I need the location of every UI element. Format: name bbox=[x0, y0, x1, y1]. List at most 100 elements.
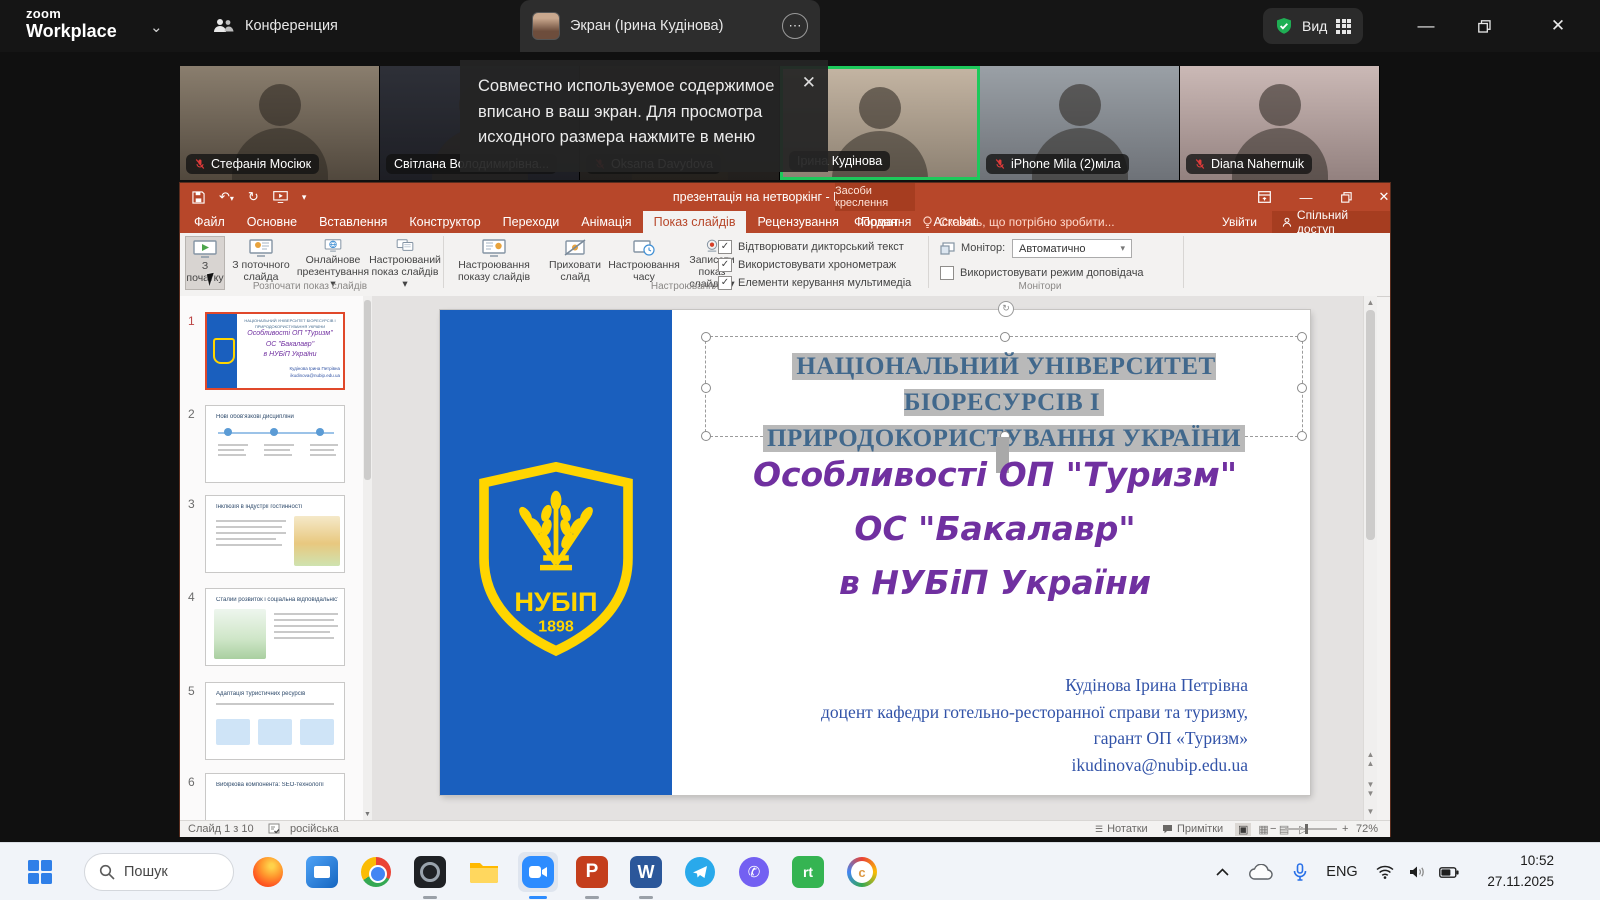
tab-slideshow[interactable]: Показ слайдів bbox=[643, 211, 747, 233]
brand-zoom: zoom bbox=[26, 7, 117, 20]
video-tile[interactable]: iPhone Mila (2)міла bbox=[980, 66, 1180, 180]
editor-scrollbar[interactable]: ▲ ▲▲ ▼▼ ▼ bbox=[1363, 296, 1377, 820]
tab-shared-screen[interactable]: Экран (Ірина Кудінова) ⋯ bbox=[520, 0, 820, 52]
tell-me-box[interactable]: Скажіть, що потрібно зробити... bbox=[922, 211, 1115, 233]
nubip-logo: НУБІП 1898 bbox=[476, 462, 636, 662]
resize-handle[interactable] bbox=[1297, 383, 1307, 393]
zoom-percentage[interactable]: 72% bbox=[1356, 822, 1378, 836]
tab-meeting[interactable]: Конференция bbox=[213, 0, 338, 52]
zoom-app-icon[interactable] bbox=[518, 852, 558, 892]
ppt-restore-button[interactable] bbox=[1326, 183, 1366, 211]
title-textbox-selected[interactable]: НАЦІОНАЛЬНИЙ УНІВЕРСИТЕТ БІОРЕСУРСІВ І П… bbox=[705, 336, 1303, 437]
language-indicator[interactable]: російська bbox=[290, 822, 339, 836]
share-button[interactable]: Спільний доступ bbox=[1272, 211, 1390, 233]
tab-animations[interactable]: Анімація bbox=[570, 211, 642, 233]
customize-qat-icon[interactable]: ▾ bbox=[302, 192, 307, 203]
powerpoint-statusbar: Слайд 1 з 10 російська ☰Нотатки Примітки… bbox=[180, 820, 1390, 837]
close-button[interactable]: ✕ bbox=[1530, 0, 1586, 52]
search-box[interactable]: Пошук bbox=[84, 853, 234, 891]
camera-app-icon[interactable] bbox=[410, 852, 450, 892]
ppt-close-button[interactable]: ✕ bbox=[1364, 183, 1404, 211]
telegram-icon[interactable] bbox=[680, 852, 720, 892]
previous-slide-button[interactable]: ▲▲ bbox=[1364, 750, 1377, 768]
resize-handle[interactable] bbox=[1297, 431, 1307, 441]
zoom-slider-knob[interactable] bbox=[1305, 824, 1308, 834]
setup-slideshow-button[interactable]: Настроювання показу слайдів bbox=[446, 236, 542, 290]
ppt-minimize-button[interactable]: — bbox=[1286, 183, 1326, 211]
tab-file[interactable]: Файл bbox=[180, 211, 236, 233]
zoom-slider[interactable] bbox=[1285, 828, 1337, 830]
thumbnail-illustration bbox=[214, 609, 266, 659]
tab-home[interactable]: Основне bbox=[236, 211, 308, 233]
presentation-title[interactable]: Особливості ОП "Туризм" ОС "Бакалавр" в … bbox=[690, 448, 1300, 610]
slide-canvas[interactable]: НУБІП 1898 НАЦІОНАЛЬНИЙ УНІВЕРСИТЕТ БІОР… bbox=[440, 310, 1310, 795]
checkbox-play-narrations[interactable]: ✓ Відтворювати дикторський текст bbox=[718, 239, 904, 255]
zoom-in-button[interactable]: + bbox=[1342, 822, 1348, 836]
thumbnail-scrollbar[interactable]: ▼ bbox=[363, 296, 372, 820]
battery-icon[interactable] bbox=[1432, 843, 1466, 900]
tab-review[interactable]: Рецензування bbox=[746, 211, 849, 233]
start-button[interactable] bbox=[20, 852, 60, 892]
video-tile[interactable]: Diana Nahernuik bbox=[1180, 66, 1380, 180]
resize-handle[interactable] bbox=[701, 332, 711, 342]
rt-app-icon[interactable]: rt bbox=[788, 852, 828, 892]
resize-handle[interactable] bbox=[1297, 332, 1307, 342]
onedrive-icon[interactable] bbox=[1243, 843, 1279, 900]
more-options-icon[interactable]: ⋯ bbox=[782, 13, 808, 39]
video-tile[interactable]: Стефанія Мосіюк bbox=[180, 66, 380, 180]
author-block[interactable]: Кудінова Ірина Петрівна доцент кафедри г… bbox=[680, 672, 1248, 778]
scroll-up-icon[interactable]: ▲ bbox=[1364, 298, 1377, 307]
spellcheck-icon[interactable] bbox=[268, 822, 280, 836]
tab-design[interactable]: Конструктор bbox=[398, 211, 491, 233]
save-icon[interactable] bbox=[192, 191, 205, 204]
ribbon-display-options-icon[interactable] bbox=[1244, 183, 1284, 211]
next-slide-button[interactable]: ▼▼ bbox=[1364, 780, 1377, 798]
photos-app-icon[interactable] bbox=[302, 852, 342, 892]
viber-icon[interactable]: ✆ bbox=[734, 852, 774, 892]
resize-handle[interactable] bbox=[701, 383, 711, 393]
resize-handle[interactable] bbox=[701, 431, 711, 441]
microphone-active-icon[interactable] bbox=[1283, 843, 1317, 900]
chevron-down-icon[interactable]: ⌄ bbox=[150, 18, 163, 36]
rotate-handle[interactable]: ↻ bbox=[998, 301, 1014, 317]
file-explorer-icon[interactable] bbox=[464, 852, 504, 892]
restore-button[interactable] bbox=[1456, 0, 1512, 52]
chrome-icon[interactable] bbox=[356, 852, 396, 892]
checkbox-presenter-view[interactable]: Використовувати режим доповідача bbox=[940, 265, 1144, 281]
tab-meeting-label: Конференция bbox=[245, 18, 338, 34]
sign-in-button[interactable]: Увійти bbox=[1222, 211, 1257, 233]
powerpoint-app-icon[interactable]: P bbox=[572, 852, 612, 892]
redo-icon[interactable]: ↻ bbox=[248, 189, 259, 205]
slide-counter: Слайд 1 з 10 bbox=[188, 822, 254, 836]
tab-format[interactable]: Формат bbox=[843, 211, 909, 233]
tab-insert[interactable]: Вставлення bbox=[308, 211, 398, 233]
normal-view-button[interactable]: ▣ bbox=[1235, 823, 1251, 836]
comments-button[interactable]: Примітки bbox=[1162, 822, 1223, 836]
scroll-down-icon[interactable]: ▼ bbox=[1364, 807, 1377, 816]
group-start-slideshow: Розпочати показ слайдів bbox=[200, 281, 420, 292]
checkbox-icon bbox=[940, 266, 954, 280]
zoom-out-button[interactable]: − bbox=[1270, 822, 1276, 836]
clock[interactable]: 10:52 27.11.2025 bbox=[1462, 851, 1554, 893]
tab-transitions[interactable]: Переходи bbox=[492, 211, 571, 233]
firefox-icon[interactable] bbox=[248, 852, 288, 892]
undo-icon[interactable]: ↶▾ bbox=[219, 189, 234, 205]
view-button[interactable]: Вид bbox=[1263, 8, 1363, 44]
tray-chevron-up-icon[interactable] bbox=[1205, 843, 1239, 900]
wifi-icon[interactable] bbox=[1368, 843, 1402, 900]
notes-button[interactable]: ☰Нотатки bbox=[1095, 822, 1148, 836]
monitor-dropdown[interactable]: Автоматично ▾ bbox=[1012, 239, 1132, 258]
close-notification-icon[interactable]: ✕ bbox=[802, 70, 816, 96]
c-app-icon[interactable]: c bbox=[842, 852, 882, 892]
security-shield-icon bbox=[1275, 17, 1293, 35]
brand-workplace: Workplace bbox=[26, 22, 117, 40]
checkbox-use-timings[interactable]: ✓ Використовувати хронометраж bbox=[718, 257, 896, 273]
hide-slide-button[interactable]: Приховати слайд bbox=[544, 236, 606, 290]
minimize-button[interactable]: — bbox=[1398, 0, 1454, 52]
speaker-icon[interactable] bbox=[1400, 843, 1434, 900]
scroll-down-icon[interactable]: ▼ bbox=[363, 811, 372, 818]
resize-handle[interactable] bbox=[1000, 332, 1010, 342]
language-switcher[interactable]: ENG bbox=[1320, 843, 1364, 900]
start-slideshow-icon[interactable] bbox=[273, 191, 288, 203]
word-app-icon[interactable]: W bbox=[626, 852, 666, 892]
